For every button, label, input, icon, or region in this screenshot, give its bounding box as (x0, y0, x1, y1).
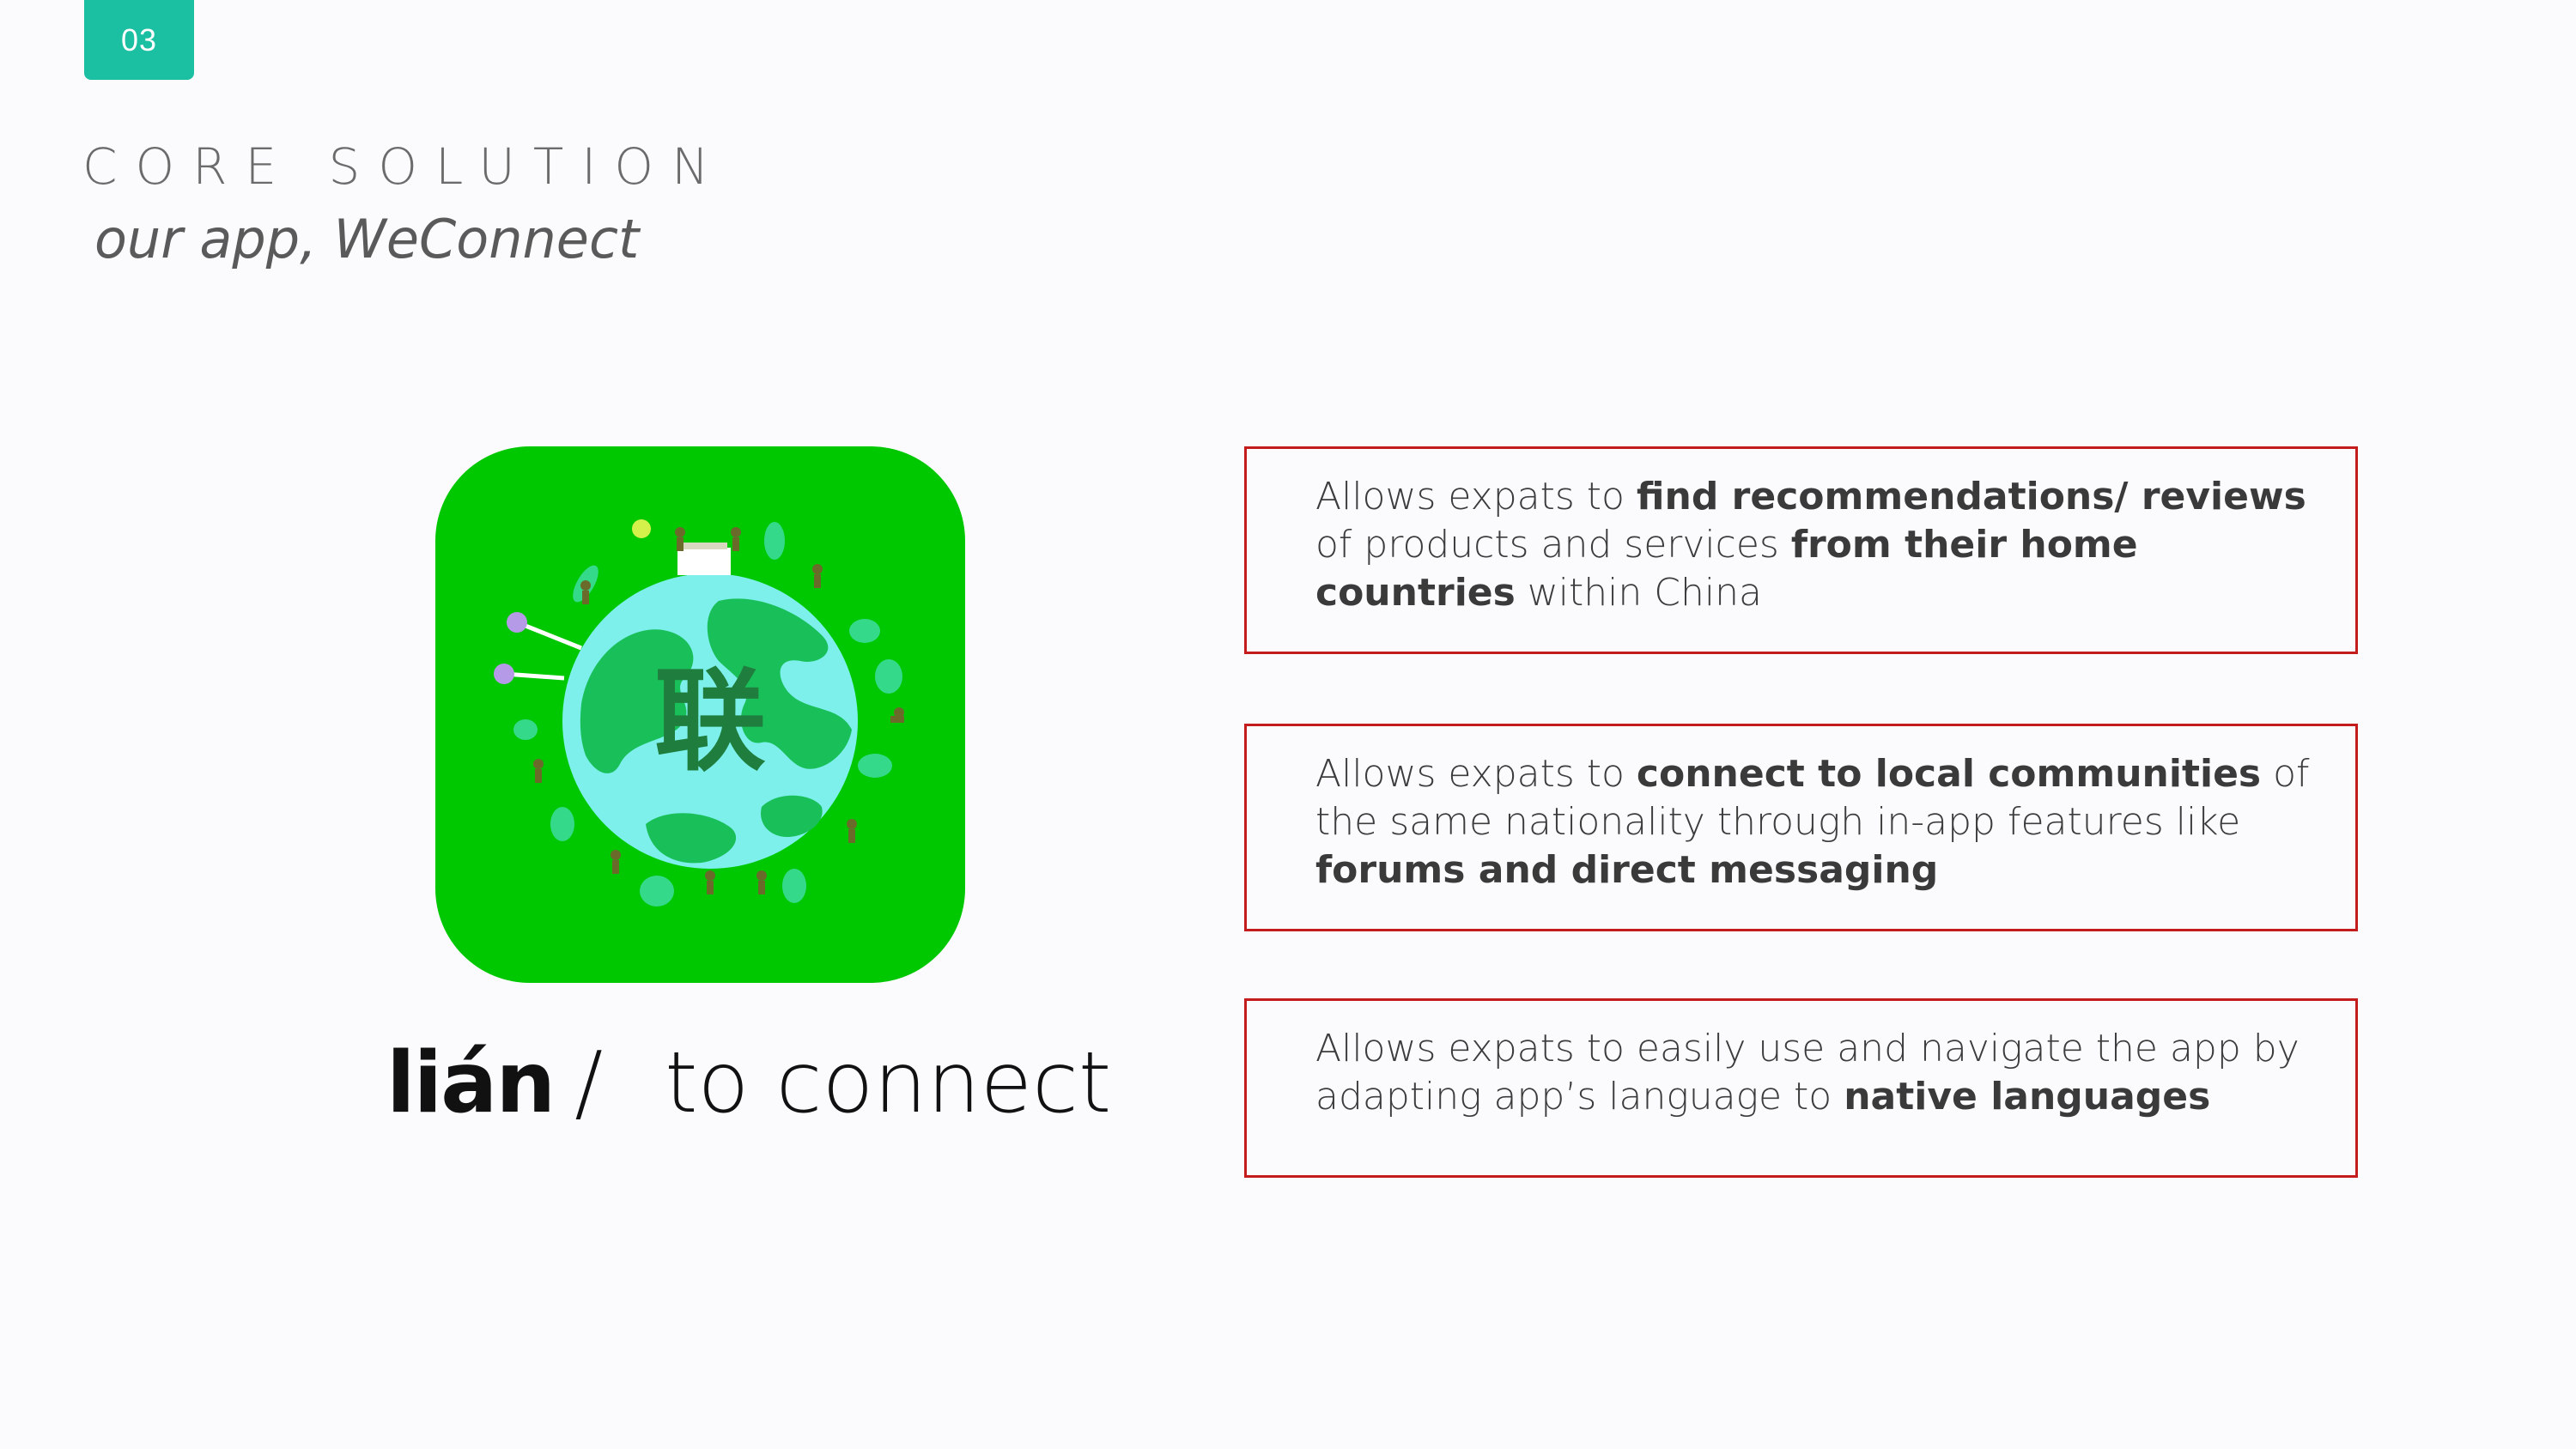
weconnect-app-icon: 联 (435, 446, 965, 983)
feature-box-communities: Allows expats to connect to local commun… (1244, 724, 2358, 931)
feature-box-recommendations: Allows expats to find recommendations/ r… (1244, 446, 2358, 654)
feature-box-languages: Allows expats to easily use and navigate… (1244, 998, 2358, 1178)
slide: 03 CORE SOLUTION our app, WeConnect 联 li… (0, 0, 2576, 1449)
word-meaning: to connect (665, 1034, 1112, 1132)
caption-separator: / (574, 1034, 604, 1132)
app-icon-glyph: 联 (654, 656, 766, 786)
section-title: CORE SOLUTION (82, 137, 727, 196)
app-name-caption: lián / to connect (386, 1034, 1111, 1132)
slide-number-badge: 03 (84, 0, 194, 80)
pinyin-word: lián (386, 1034, 556, 1132)
section-subtitle: our app, WeConnect (94, 208, 640, 270)
